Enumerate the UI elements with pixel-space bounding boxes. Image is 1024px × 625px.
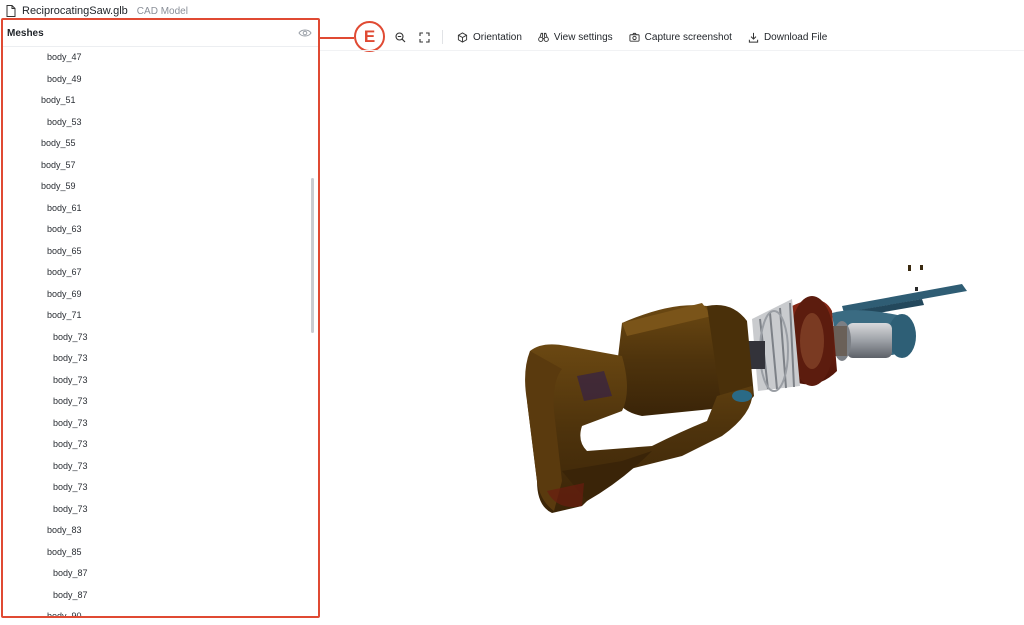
eye-icon[interactable] <box>298 28 312 38</box>
capture-screenshot-button[interactable]: Capture screenshot <box>621 25 740 49</box>
fullscreen-icon <box>418 31 430 43</box>
meshes-panel-header: Meshes <box>3 20 318 47</box>
mesh-list-item[interactable]: body_47 <box>3 47 318 69</box>
mesh-list-item[interactable]: body_69 <box>3 284 318 306</box>
mesh-list-item[interactable]: body_73 <box>3 327 318 349</box>
orientation-label: Orientation <box>473 31 522 43</box>
mesh-list-item[interactable]: body_73 <box>3 370 318 392</box>
toolbar-divider <box>442 30 443 44</box>
mesh-list-item[interactable]: body_73 <box>3 391 318 413</box>
mesh-list-item[interactable]: body_51 <box>3 90 318 112</box>
fit-view-button[interactable] <box>412 25 436 49</box>
view-settings-button[interactable]: View settings <box>530 25 621 49</box>
file-icon <box>6 5 16 17</box>
zoom-button[interactable] <box>388 25 412 49</box>
mesh-list-item[interactable]: body_73 <box>3 499 318 521</box>
mesh-list: body_47 body_49 body_51 body_53 body_55 body_… <box>3 47 318 616</box>
download-icon <box>748 32 759 43</box>
mesh-list-item[interactable]: body_73 <box>3 348 318 370</box>
file-name: ReciprocatingSaw.glb <box>22 5 128 17</box>
orientation-button[interactable]: Orientation <box>449 25 530 49</box>
viewer-toolbar: Orientation View settings Capture screen… <box>388 24 835 50</box>
mesh-list-item[interactable]: body_49 <box>3 69 318 91</box>
cube-icon <box>457 31 468 43</box>
mesh-list-item[interactable]: body_67 <box>3 262 318 284</box>
mesh-list-item[interactable]: body_90 <box>3 606 318 616</box>
meshes-panel-title: Meshes <box>7 27 44 39</box>
mesh-list-item[interactable]: body_73 <box>3 413 318 435</box>
mesh-list-item[interactable]: body_83 <box>3 520 318 542</box>
callout-connector <box>320 37 354 39</box>
mesh-list-item[interactable]: body_61 <box>3 198 318 220</box>
meshes-panel: Meshes body_47 body_49 body_51 body_53 body_… <box>1 18 320 618</box>
mesh-list-item[interactable]: body_73 <box>3 434 318 456</box>
zoom-out-icon <box>394 31 405 42</box>
mesh-list-item[interactable]: body_73 <box>3 456 318 478</box>
mesh-list-item[interactable]: body_71 <box>3 305 318 327</box>
callout-badge: E <box>354 21 385 52</box>
camera-icon <box>629 32 640 42</box>
mesh-list-item[interactable]: body_55 <box>3 133 318 155</box>
scrollbar-thumb[interactable] <box>311 178 314 333</box>
mesh-list-item[interactable]: body_87 <box>3 563 318 585</box>
view-settings-label: View settings <box>553 31 613 43</box>
mesh-list-item[interactable]: body_87 <box>3 585 318 607</box>
download-file-button[interactable]: Download File <box>740 25 835 49</box>
mesh-list-item[interactable]: body_57 <box>3 155 318 177</box>
capture-screenshot-label: Capture screenshot <box>644 31 732 43</box>
mesh-list-item[interactable]: body_59 <box>3 176 318 198</box>
3d-viewport[interactable] <box>322 51 1024 620</box>
mesh-list-item[interactable]: body_63 <box>3 219 318 241</box>
download-file-label: Download File <box>763 31 828 43</box>
file-type-label: CAD Model <box>136 5 188 17</box>
mesh-list-item[interactable]: body_53 <box>3 112 318 134</box>
reciprocating-saw-model <box>525 265 967 513</box>
binoculars-icon <box>538 32 549 42</box>
mesh-list-item[interactable]: body_73 <box>3 477 318 499</box>
mesh-list-item[interactable]: body_65 <box>3 241 318 263</box>
mesh-list-item[interactable]: body_85 <box>3 542 318 564</box>
